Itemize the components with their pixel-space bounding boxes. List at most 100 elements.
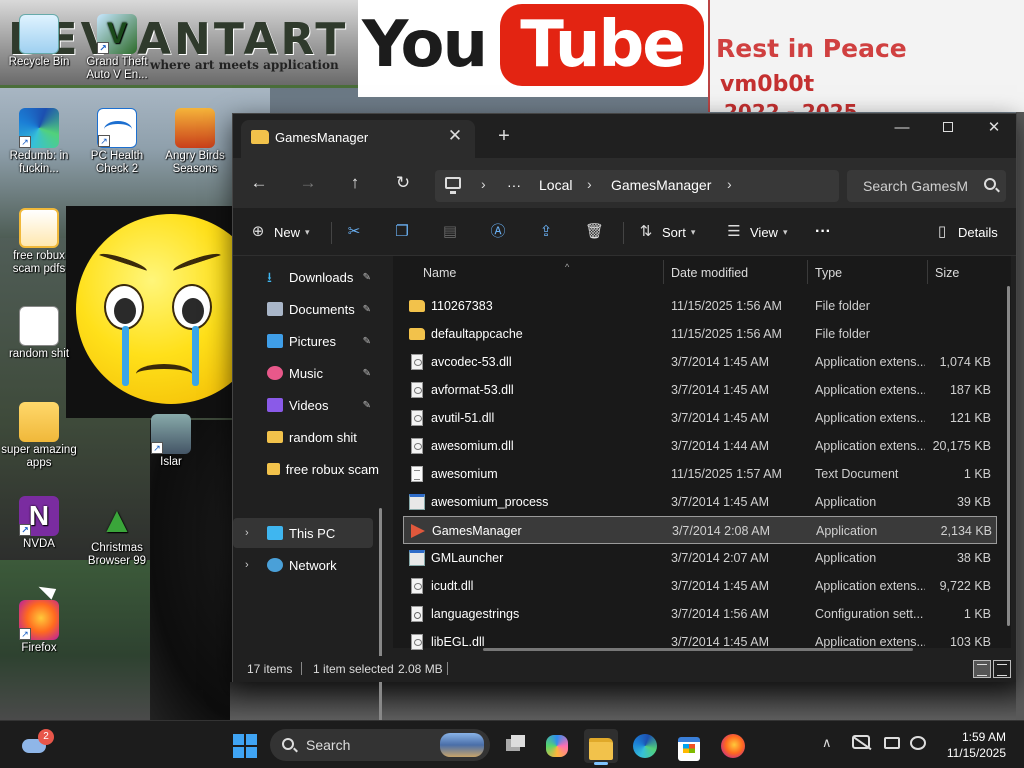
details-pane-button[interactable]: ▯ Details xyxy=(933,216,998,248)
more-options-button[interactable]: ··· xyxy=(815,216,831,248)
file-row[interactable]: avformat-53.dll 3/7/2014 1:45 AM Applicati… xyxy=(403,376,997,404)
sort-label: Sort xyxy=(662,224,686,240)
file-row[interactable]: awesomium_process 3/7/2014 1:45 AM Applica… xyxy=(403,488,997,516)
folder-icon xyxy=(19,402,59,442)
sidebar-item-random-shit[interactable]: random shit xyxy=(233,422,373,452)
file-explorer-taskbar-button[interactable] xyxy=(584,729,618,765)
breadcrumb-separator[interactable]: › xyxy=(587,176,592,192)
forward-button[interactable]: → xyxy=(292,168,324,198)
horizontal-scrollbar[interactable] xyxy=(483,648,913,651)
file-row[interactable]: GamesManager 3/7/2014 2:08 AM Application 2… xyxy=(403,516,997,544)
file-row[interactable]: defaultappcache 11/15/2025 1:56 AM File fo… xyxy=(403,320,997,348)
volume-icon[interactable] xyxy=(910,736,926,750)
sidebar-item-downloads[interactable]: ⭳ Downloads ✎ xyxy=(233,262,373,292)
back-button[interactable]: ← xyxy=(243,168,275,198)
firefox-taskbar-button[interactable] xyxy=(716,729,750,763)
up-button[interactable]: ↑ xyxy=(339,168,371,198)
sidebar-item-this-pc[interactable]: › This PC xyxy=(233,518,373,548)
desktop-icon-redumb[interactable]: ↗ Redumb: in fuckin... xyxy=(0,108,78,176)
desktop-icon-nvda[interactable]: N ↗ NVDA xyxy=(0,496,78,551)
breadcrumb-separator[interactable]: › xyxy=(727,176,732,192)
sidebar-item-free-robux-scam[interactable]: free robux scam xyxy=(233,454,379,484)
file-row[interactable]: avcodec-53.dll 3/7/2014 1:45 AM Applicatio… xyxy=(403,348,997,376)
sidebar-item-network[interactable]: › Network xyxy=(233,550,373,580)
new-button[interactable]: ⊕ New ▾ xyxy=(249,216,310,248)
desktop-icon-super-amazing-apps[interactable]: super amazing apps xyxy=(0,402,78,470)
file-row[interactable]: GMLauncher 3/7/2014 2:07 AM Application 38 … xyxy=(403,544,997,572)
refresh-button[interactable]: ↻ xyxy=(387,168,419,198)
desktop-icon-angry-birds[interactable]: Angry Birds Seasons xyxy=(156,108,234,176)
view-button[interactable]: ☰ View ▾ xyxy=(725,216,787,248)
copilot-button[interactable] xyxy=(540,729,574,763)
desktop-icon-recycle-bin[interactable]: Recycle Bin xyxy=(0,14,78,69)
sidebar-item-videos[interactable]: Videos ✎ xyxy=(233,390,373,420)
rip-line-2: vm0b0t xyxy=(720,72,815,97)
weather-widget[interactable]: 2 xyxy=(18,729,54,763)
file-row[interactable]: languagestrings 3/7/2014 1:56 AM Configura… xyxy=(403,600,997,628)
column-header-size[interactable]: Size xyxy=(935,260,1005,286)
file-row[interactable]: icudt.dll 3/7/2014 1:45 AM Application ext… xyxy=(403,572,997,600)
new-tab-button[interactable]: + xyxy=(493,126,515,148)
address-bar[interactable]: › ··· Local › GamesManager › xyxy=(435,170,839,202)
taskbar-search-box[interactable]: Search xyxy=(270,729,490,761)
sidebar-item-label: Network xyxy=(289,557,337,573)
search-input[interactable]: Search GamesManager xyxy=(863,178,967,194)
sidebar-item-pictures[interactable]: Pictures ✎ xyxy=(233,326,373,356)
delete-button[interactable]: 🗑 xyxy=(585,216,604,248)
desktop-icon-label: free robux scam pdfs xyxy=(12,250,66,275)
emoji-eye-left xyxy=(104,284,144,330)
network-disconnected-icon[interactable] xyxy=(852,735,870,749)
breadcrumb-gamesmanager[interactable]: GamesManager xyxy=(611,177,711,193)
column-header-date-modified[interactable]: Date modified xyxy=(671,260,807,286)
desktop-icon-label: Grand Theft Auto V En... xyxy=(86,56,148,81)
column-header-type[interactable]: Type xyxy=(815,260,927,286)
task-view-button[interactable] xyxy=(498,729,532,763)
file-row[interactable]: libEGL.dll 3/7/2014 1:45 AM Application ex… xyxy=(403,628,997,656)
sort-button[interactable]: ⇅ Sort ▾ xyxy=(637,216,696,248)
start-button[interactable] xyxy=(228,729,262,763)
desktop-icon-christmas-browser[interactable]: ▲ Christmas Browser 99 xyxy=(78,500,156,568)
file-type: Application extens... xyxy=(815,579,925,593)
desktop-icon-firefox[interactable]: ↗ Firefox xyxy=(0,600,78,655)
rename-button[interactable]: Ⓐ xyxy=(489,216,507,248)
desktop-icon-pc-health-check[interactable]: ↗ PC Health Check 2 xyxy=(78,108,156,176)
minimize-button[interactable]: — xyxy=(879,114,925,144)
column-divider[interactable] xyxy=(927,260,928,284)
file-row[interactable]: avutil-51.dll 3/7/2014 1:45 AM Application… xyxy=(403,404,997,432)
share-button[interactable]: ⇪ xyxy=(537,216,555,248)
tiles-view-button[interactable] xyxy=(993,660,1011,678)
display-icon[interactable] xyxy=(884,737,900,749)
paste-button[interactable]: ▤ xyxy=(441,216,459,248)
youtube-tube-text: Tube xyxy=(500,4,704,86)
sidebar-item-documents[interactable]: Documents ✎ xyxy=(233,294,373,324)
desktop-icon-random-shit[interactable]: random shit xyxy=(0,306,78,361)
close-window-button[interactable]: ✕ xyxy=(971,114,1017,144)
file-row[interactable]: awesomium 11/15/2025 1:57 AM Text Document… xyxy=(403,460,997,488)
tab-close-button[interactable]: ✕ xyxy=(445,127,465,147)
clock[interactable]: 1:59 AM 11/15/2025 xyxy=(947,729,1006,761)
edge-taskbar-button[interactable] xyxy=(628,729,662,763)
file-type: Application xyxy=(815,551,877,565)
maximize-button[interactable] xyxy=(925,114,971,144)
desktop-icon-free-robux-scam-pdfs[interactable]: free robux scam pdfs xyxy=(0,208,78,276)
file-explorer-window: GamesManager ✕ + — ✕ ← → ↑ ↻ › ··· Local… xyxy=(232,113,1017,768)
copy-button[interactable]: ❐ xyxy=(393,216,411,248)
file-list-scrollbar[interactable] xyxy=(1007,286,1010,626)
details-view-button[interactable] xyxy=(973,660,991,678)
breadcrumb-ellipsis[interactable]: ··· xyxy=(507,177,521,193)
sidebar-item-music[interactable]: Music ✎ xyxy=(233,358,373,388)
column-divider[interactable] xyxy=(807,260,808,284)
column-divider[interactable] xyxy=(663,260,664,284)
desktop-icon-gta-v[interactable]: V ↗ Grand Theft Auto V En... xyxy=(78,14,156,82)
cut-button[interactable]: ✂ xyxy=(345,216,363,248)
file-row[interactable]: awesomium.dll 3/7/2014 1:44 AM Application… xyxy=(403,432,997,460)
column-header-name[interactable]: Name ^ xyxy=(423,260,663,286)
desktop-icon-islar[interactable]: ↗ Islar xyxy=(132,414,210,469)
plus-circle-icon: ⊕ xyxy=(251,223,265,240)
file-row[interactable]: 110267383 11/15/2025 1:56 AM File folder xyxy=(403,292,997,320)
search-box[interactable]: Search GamesManager xyxy=(847,170,1006,202)
tab-gamesmanager[interactable]: GamesManager ✕ xyxy=(241,120,475,158)
show-hidden-icons-button[interactable]: ∧ xyxy=(822,735,832,751)
breadcrumb-local[interactable]: Local xyxy=(539,177,572,193)
microsoft-store-taskbar-button[interactable] xyxy=(672,729,706,763)
